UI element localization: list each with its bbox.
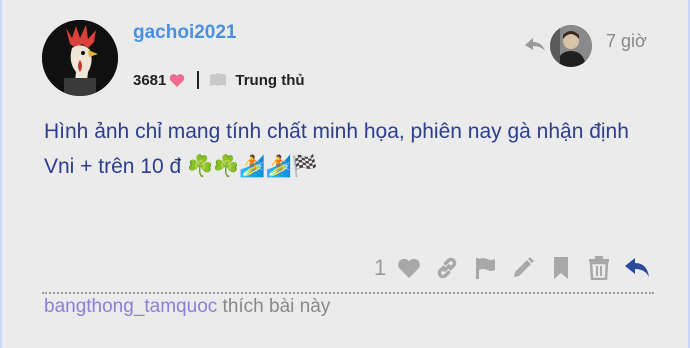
like-button[interactable] xyxy=(390,252,428,284)
bookmark-button[interactable] xyxy=(542,252,580,284)
post-emojis: ☘️☘️🏄🏄🏁 xyxy=(187,155,318,178)
post-actions: 1 xyxy=(374,252,656,284)
share-link-button[interactable] xyxy=(428,252,466,284)
username-link[interactable]: gachoi2021 xyxy=(133,22,237,44)
reply-button[interactable] xyxy=(618,252,656,284)
delete-button[interactable] xyxy=(580,252,618,284)
post-card: gachoi2021 3681 Trung thủ 7 giờ Hình ảnh… xyxy=(0,0,690,348)
user-avatar[interactable] xyxy=(42,20,118,96)
user-badge[interactable]: Trung thủ xyxy=(235,72,304,89)
likes-summary: bangthong_tamquoc thích bài này xyxy=(44,296,330,318)
user-stats: 3681 Trung thủ xyxy=(133,68,305,92)
likes-divider xyxy=(42,292,654,294)
post-body: Hình ảnh chỉ mang tính chất minh họa, ph… xyxy=(44,114,664,184)
reply-to-indicator[interactable] xyxy=(524,25,592,67)
replied-user-avatar[interactable] xyxy=(550,25,592,67)
user-score: 3681 xyxy=(133,71,167,89)
likes-suffix: thích bài này xyxy=(222,296,331,317)
like-count[interactable]: 1 xyxy=(374,255,386,281)
edit-button[interactable] xyxy=(504,252,542,284)
badge-icon xyxy=(209,72,227,88)
liker-username[interactable]: bangthong_tamquoc xyxy=(44,296,217,317)
reply-arrow-icon xyxy=(524,35,546,58)
heart-icon xyxy=(169,73,185,88)
flag-button[interactable] xyxy=(466,252,504,284)
post-text: Hình ảnh chỉ mang tính chất minh họa, ph… xyxy=(44,120,629,178)
post-time[interactable]: 7 giờ xyxy=(606,31,647,52)
stats-separator xyxy=(197,71,200,89)
